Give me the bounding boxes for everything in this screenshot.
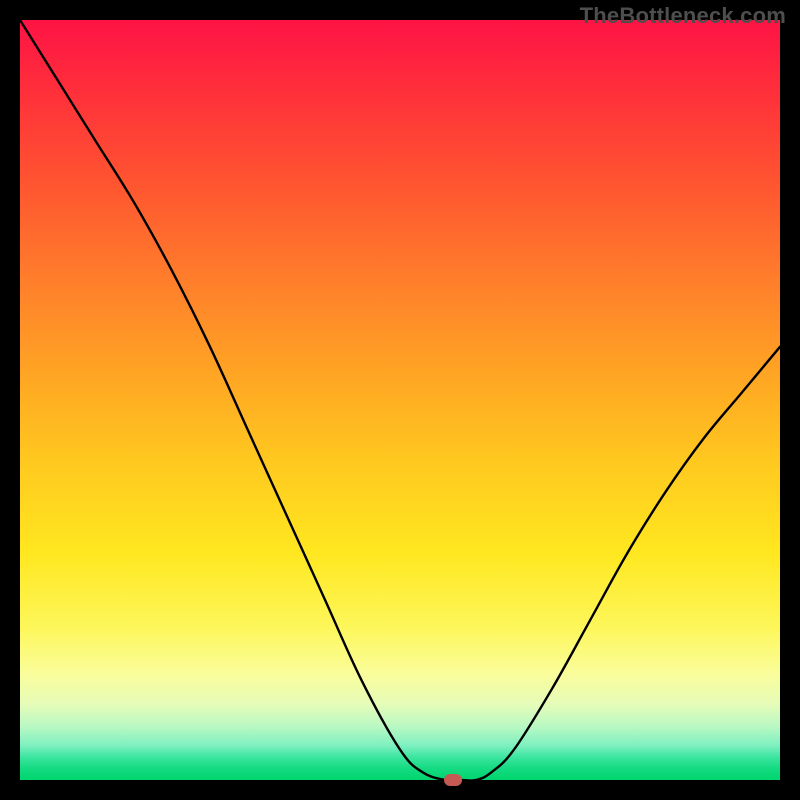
bottleneck-curve-path	[20, 20, 780, 781]
watermark-text: TheBottleneck.com	[580, 3, 786, 29]
optimal-point-marker	[444, 774, 462, 786]
bottleneck-curve-svg	[20, 20, 780, 780]
chart-frame: TheBottleneck.com	[0, 0, 800, 800]
